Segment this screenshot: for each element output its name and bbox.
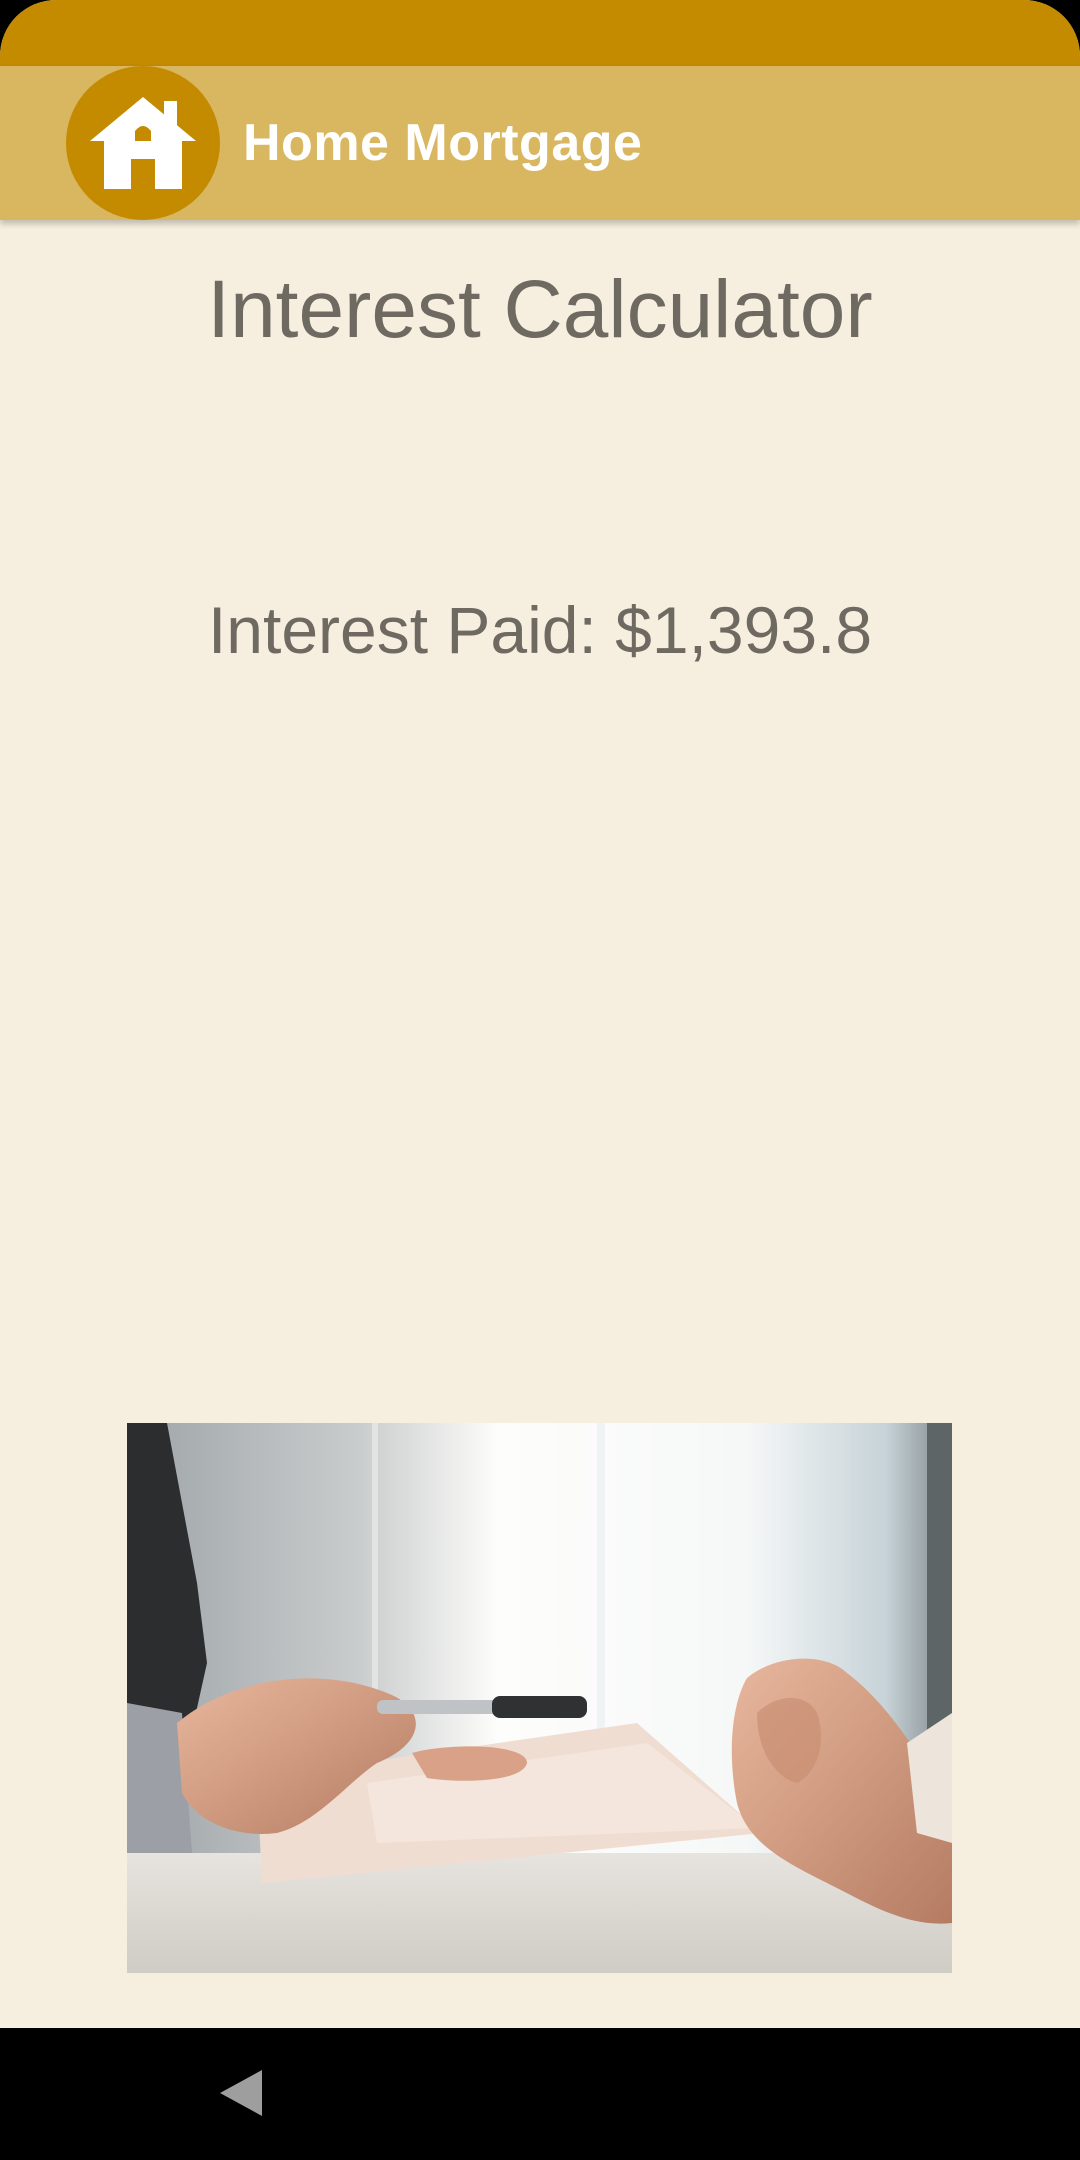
app-title: Home Mortgage [243, 114, 643, 172]
contract-signing-photo [127, 1423, 952, 1973]
app-bar: Home Mortgage [0, 66, 1080, 220]
house-icon [90, 97, 196, 189]
screen: Home Mortgage Interest Calculator Intere… [0, 0, 1080, 2160]
navigation-bar [0, 2028, 1080, 2160]
page-title: Interest Calculator [207, 264, 873, 355]
status-bar [0, 0, 1080, 66]
back-triangle-icon[interactable] [218, 2068, 262, 2118]
app-logo[interactable] [66, 66, 220, 220]
interest-result: Interest Paid: $1,393.8 [207, 593, 873, 667]
